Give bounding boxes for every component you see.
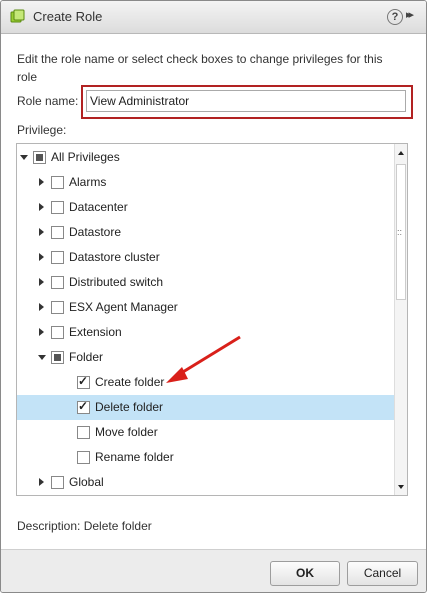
scroll-down-icon[interactable] [398,485,404,489]
tree-item-label: Delete folder [95,400,164,414]
privilege-checkbox[interactable] [51,251,64,264]
privilege-checkbox[interactable] [51,476,64,489]
expand-arrow-icon[interactable] [39,328,44,336]
privilege-checkbox[interactable] [51,351,64,364]
expand-arrow-icon[interactable] [39,303,44,311]
tree-item[interactable]: Alarms [17,170,394,195]
scroll-up-icon[interactable] [398,151,404,155]
privilege-checkbox[interactable] [51,326,64,339]
button-bar: OK Cancel [1,549,426,592]
dialog-title: Create Role [33,9,103,24]
tree-item[interactable]: Delete folder [17,395,394,420]
tree-item-label: Global [69,475,104,489]
tree-item[interactable]: Move folder [17,420,394,445]
tree-item[interactable]: Global [17,470,394,495]
expand-arrow-icon[interactable] [39,178,44,186]
tree-item-label: Extension [69,325,122,339]
privilege-tree[interactable]: Global Rename folder Move folder Delete fol… [16,143,408,496]
privilege-checkbox[interactable] [51,176,64,189]
expand-arrow-icon[interactable] [39,253,44,261]
role-icon [10,9,25,23]
expand-arrow-icon[interactable] [39,228,44,236]
expand-arrow-icon[interactable] [39,203,44,211]
tree-item[interactable]: Distributed switch [17,270,394,295]
tree-item-label: ESX Agent Manager [69,300,178,314]
role-name-label: Role name: [17,94,79,108]
role-name-input[interactable] [86,90,406,112]
collapse-arrow-icon[interactable] [20,155,28,160]
description-value: Delete folder [83,519,152,533]
help-icon[interactable]: ? [387,9,403,25]
privilege-label: Privilege: [17,123,67,137]
tree-item[interactable]: Datacenter [17,195,394,220]
privilege-checkbox[interactable] [77,374,90,389]
tree-item-label: Distributed switch [69,275,164,289]
tree-item-label: Create folder [95,375,165,389]
tree-scrollbar[interactable]: :: [394,144,407,495]
annotation-arrow-icon [166,335,241,383]
create-role-dialog: Create Role ? ▸▸ Edit the role name or s… [0,0,427,593]
privilege-checkbox[interactable] [77,426,90,439]
tree-item[interactable]: Datastore [17,220,394,245]
tree-item-label: Datacenter [69,200,128,214]
description: Description: Delete folder [17,519,152,533]
tree-item-label: Move folder [95,425,158,439]
privilege-checkbox[interactable] [77,399,90,414]
tree-item-label: Datastore cluster [69,250,160,264]
tree-item[interactable]: All Privileges [17,145,394,170]
privilege-checkbox[interactable] [33,151,46,164]
privilege-checkbox[interactable] [51,226,64,239]
collapse-arrow-icon[interactable] [38,355,46,360]
tree-item[interactable]: ESX Agent Manager [17,295,394,320]
ok-button[interactable]: OK [270,561,340,586]
tree-item-label: Folder [69,350,104,364]
privilege-checkbox[interactable] [51,301,64,314]
cancel-button[interactable]: Cancel [347,561,418,586]
expand-arrow-icon[interactable] [39,278,44,286]
scroll-grip-icon: :: [397,227,403,237]
tree-item-label: Alarms [69,175,107,189]
privilege-checkbox[interactable] [77,451,90,464]
privilege-checkbox[interactable] [51,201,64,214]
intro-text: Edit the role name or select check boxes… [17,52,383,84]
expand-icon[interactable]: ▸▸ [406,8,414,21]
tree-item[interactable]: Rename folder [17,445,394,470]
tree-item-label: Rename folder [95,450,174,464]
tree-item[interactable]: Datastore cluster [17,245,394,270]
description-label: Description: [17,519,81,533]
title-bar[interactable]: Create Role ? ▸▸ [1,1,426,34]
tree-item-label: All Privileges [51,150,120,164]
privilege-checkbox[interactable] [51,276,64,289]
tree-item-label: Datastore [69,225,122,239]
expand-arrow-icon[interactable] [39,478,44,486]
